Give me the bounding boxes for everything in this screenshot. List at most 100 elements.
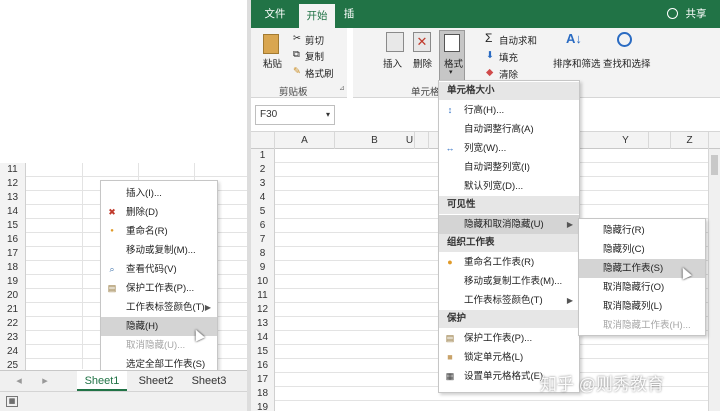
fill-button[interactable]: 填充 <box>499 50 518 64</box>
cut-button[interactable]: 剪切 <box>305 33 324 47</box>
left-row-number[interactable]: 13 <box>0 191 26 205</box>
clear-button[interactable]: 清除 <box>499 67 518 81</box>
left-row-number[interactable]: 11 <box>0 163 26 177</box>
share-button[interactable]: 共享 <box>681 0 711 28</box>
left-row-number[interactable]: 15 <box>0 219 26 233</box>
context-menu-item[interactable]: 插入(I)... <box>101 184 217 203</box>
left-row-number[interactable]: 20 <box>0 289 26 303</box>
left-sheet-row: 11 <box>0 163 247 177</box>
context-menu-item[interactable]: 工作表标签颜色(T) ▶ <box>101 298 217 317</box>
sheet-tab-bar: ◂ ▸ Sheet1 Sheet2 Sheet3 <box>0 370 247 391</box>
context-menu-item[interactable]: ▤ 保护工作表(P)... <box>101 279 217 298</box>
right-row-number[interactable]: 17 <box>251 373 275 387</box>
right-row-number[interactable]: 2 <box>251 163 275 177</box>
clipboard-launcher-icon[interactable]: ⊿ <box>339 84 345 92</box>
right-row-number[interactable]: 16 <box>251 359 275 373</box>
left-row-number[interactable]: 14 <box>0 205 26 219</box>
tab-insert[interactable]: 插 <box>341 0 357 28</box>
sheet-tab-1[interactable]: Sheet1 <box>77 371 127 391</box>
sheet-tab-2[interactable]: Sheet2 <box>131 371 181 391</box>
submenu-item[interactable]: 取消隐藏行(O) <box>579 278 705 297</box>
find-select-button[interactable]: 查找和选择 <box>603 56 651 70</box>
left-row-number[interactable]: 24 <box>0 345 26 359</box>
right-row-number[interactable]: 8 <box>251 247 275 261</box>
hide-unhide-item[interactable]: 隐藏和取消隐藏(U) ▶ <box>439 215 579 234</box>
scroll-left-icon[interactable]: ◂ <box>12 371 26 391</box>
submenu-item-label: 取消隐藏工作表(H)... <box>603 320 691 331</box>
format-button[interactable]: 格式 <box>444 56 463 70</box>
right-row-number[interactable]: 9 <box>251 261 275 275</box>
left-row-number[interactable]: 19 <box>0 275 26 289</box>
right-row-number[interactable]: 18 <box>251 387 275 401</box>
submenu-item[interactable]: 隐藏列(C) <box>579 240 705 259</box>
context-menu-item[interactable]: ● 重命名(R) <box>101 222 217 241</box>
left-row-number[interactable]: 18 <box>0 261 26 275</box>
share-user-icon[interactable] <box>667 8 678 19</box>
select-all-corner[interactable] <box>251 132 275 149</box>
protect-sheet-icon: ▤ <box>445 333 455 343</box>
right-row-number[interactable]: 3 <box>251 177 275 191</box>
rename-sheet-item-label: 重命名工作表(R) <box>464 257 535 268</box>
autofit-column-item-label: 自动调整列宽(I) <box>464 162 530 173</box>
autosum-icon: Σ <box>485 31 493 45</box>
left-row-number[interactable]: 21 <box>0 303 26 317</box>
column-header[interactable]: Z <box>671 132 709 149</box>
right-row-number[interactable]: 7 <box>251 233 275 247</box>
rename-sheet-item[interactable]: ● 重命名工作表(R) <box>439 253 579 272</box>
right-row-number[interactable]: 4 <box>251 191 275 205</box>
left-row-number[interactable]: 22 <box>0 317 26 331</box>
right-row-number[interactable]: 5 <box>251 205 275 219</box>
submenu-item[interactable]: 取消隐藏列(L) <box>579 297 705 316</box>
right-row-number[interactable]: 14 <box>251 331 275 345</box>
context-menu-item-label: 工作表标签颜色(T) <box>126 302 205 313</box>
tab-color-item[interactable]: 工作表标签颜色(T) ▶ <box>439 291 579 310</box>
format-painter-button[interactable]: 格式刷 <box>305 66 334 80</box>
right-row-number[interactable]: 1 <box>251 149 275 163</box>
move-copy-sheet-item[interactable]: 移动或复制工作表(M)... <box>439 272 579 291</box>
left-row-number[interactable]: 17 <box>0 247 26 261</box>
lock-cell-item-label: 锁定单元格(L) <box>464 352 524 363</box>
protect-sheet-item[interactable]: ▤ 保护工作表(P)... <box>439 329 579 348</box>
scroll-thumb[interactable] <box>711 155 718 175</box>
submenu-item[interactable]: 隐藏行(R) <box>579 221 705 240</box>
name-box-dropdown-icon[interactable]: ▾ <box>326 106 330 124</box>
delete-button[interactable]: 删除 <box>413 56 432 70</box>
vertical-scrollbar[interactable] <box>708 149 720 411</box>
default-width-item[interactable]: 默认列宽(D)... <box>439 177 579 196</box>
autofit-row-item[interactable]: 自动调整行高(A) <box>439 120 579 139</box>
right-row-number[interactable]: 15 <box>251 345 275 359</box>
tab-home[interactable]: 开始 <box>299 4 335 28</box>
right-row-number[interactable]: 19 <box>251 401 275 411</box>
column-header[interactable]: A <box>275 132 335 149</box>
submenu-item[interactable]: 取消隐藏工作表(H)... <box>579 316 705 335</box>
column-width-item[interactable]: ↔ 列宽(W)... <box>439 139 579 158</box>
row-height-item[interactable]: ↕ 行高(H)... <box>439 101 579 120</box>
autofit-column-item[interactable]: 自动调整列宽(I) <box>439 158 579 177</box>
clear-icon: ◆ <box>486 67 494 78</box>
paste-button[interactable]: 粘贴 <box>263 56 282 70</box>
column-header[interactable]: Y <box>581 132 671 149</box>
left-row-number[interactable]: 16 <box>0 233 26 247</box>
copy-button[interactable]: 复制 <box>305 49 324 63</box>
left-row-number[interactable]: 12 <box>0 177 26 191</box>
right-row-number[interactable]: 13 <box>251 317 275 331</box>
tab-file[interactable]: 文件 <box>259 0 291 28</box>
autosum-button[interactable]: 自动求和 <box>499 33 537 47</box>
sort-filter-button[interactable]: 排序和筛选 <box>553 56 601 70</box>
right-row-number[interactable]: 10 <box>251 275 275 289</box>
scroll-right-icon[interactable]: ▸ <box>38 371 52 391</box>
context-menu-item[interactable]: ⌕ 查看代码(V) <box>101 260 217 279</box>
left-row-number[interactable]: 23 <box>0 331 26 345</box>
insert-button[interactable]: 插入 <box>383 56 402 70</box>
right-row-number[interactable]: 6 <box>251 219 275 233</box>
column-header[interactable]: U <box>391 132 429 149</box>
right-row-number[interactable]: 11 <box>251 289 275 303</box>
right-row-number[interactable]: 12 <box>251 303 275 317</box>
sheet-tab-3[interactable]: Sheet3 <box>184 371 234 391</box>
macro-record-icon[interactable]: ▦ <box>6 396 18 407</box>
submenu-item-label: 隐藏工作表(S) <box>603 263 664 274</box>
context-menu-item[interactable]: ✖ 删除(D) <box>101 203 217 222</box>
context-menu-item[interactable]: 移动或复制(M)... <box>101 241 217 260</box>
lock-cell-item[interactable]: ■ 锁定单元格(L) <box>439 348 579 367</box>
name-box[interactable]: F30 ▾ <box>255 105 335 125</box>
